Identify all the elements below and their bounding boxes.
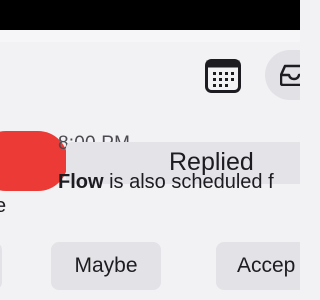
toolbar	[0, 42, 300, 112]
message-body-line-2: e	[0, 195, 7, 217]
accept-button[interactable]: Accep	[216, 242, 300, 290]
message-body-line: Flow is also scheduled f	[58, 171, 274, 194]
top-black-bar	[0, 0, 300, 30]
inbox-tray-icon	[280, 64, 300, 86]
event-name: Flow	[58, 171, 104, 193]
content-top-strip	[0, 30, 300, 42]
maybe-button[interactable]: Maybe	[51, 242, 161, 290]
calendar-icon	[205, 59, 241, 93]
decline-button[interactable]	[0, 242, 2, 290]
calendar-button[interactable]	[203, 56, 243, 96]
message-body-text: is also scheduled f	[103, 171, 274, 193]
screen: 8:00 PM Replied Flow is also scheduled f…	[0, 0, 300, 300]
